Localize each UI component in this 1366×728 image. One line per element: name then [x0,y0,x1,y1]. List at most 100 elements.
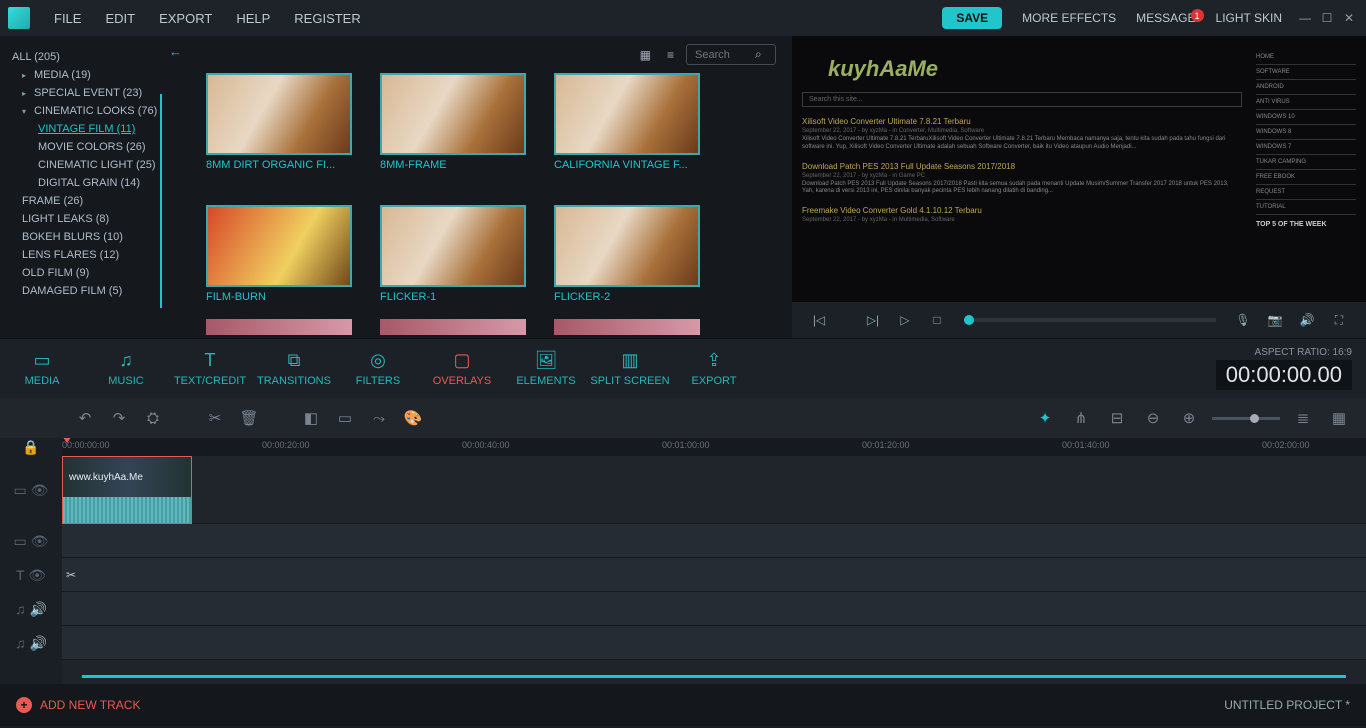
more-effects-link[interactable]: MORE EFFECTS [1012,11,1126,25]
thumbnail[interactable]: CALIFORNIA VINTAGE F... [554,73,700,171]
message-link[interactable]: MESSAGE1 [1126,11,1205,25]
video-track[interactable]: www.kuyhAa.Me [62,456,1366,524]
render-icon[interactable]: ✦ [1032,409,1058,427]
audio1-track-header[interactable]: ♫ 🔊 [0,592,62,626]
thumbnail[interactable]: 8MM DIRT ORGANIC FI... [206,73,352,171]
close-icon[interactable]: ✕ [1340,11,1358,25]
save-button[interactable]: SAVE [942,7,1002,29]
play-icon[interactable]: ▷ [892,313,918,327]
delete-icon[interactable]: 🗑 [236,409,262,427]
menu-export[interactable]: EXPORT [147,11,224,26]
marker-icon[interactable]: ⋔ [1068,409,1094,427]
track-lock-icon[interactable]: 🔒 [0,438,62,456]
next-frame-icon[interactable]: ▷| [860,313,886,327]
thumbnail-caption: FLICKER-2 [554,291,700,303]
speed-icon[interactable]: ⤳ [366,410,392,427]
menu-register[interactable]: REGISTER [282,11,372,26]
sidebar-item[interactable]: CINEMATIC LIGHT (25) [12,156,190,174]
redo-icon[interactable]: ↷ [106,409,132,427]
ruler-tick: 00:00:00:00 [62,440,110,450]
pip-track[interactable] [62,524,1366,558]
thumbnail-partial[interactable] [206,319,352,335]
preview-side-item: HOME [1256,50,1356,65]
color-icon[interactable]: 🎨 [400,409,426,427]
add-track-button[interactable]: + ADD NEW TRACK [16,697,140,713]
sidebar-item[interactable]: LENS FLARES (12) [12,246,190,264]
fullscreen-icon[interactable]: ⛶ [1326,313,1352,328]
sidebar-item[interactable]: ▾CINEMATIC LOOKS (76) [12,102,190,120]
light-skin-link[interactable]: LIGHT SKIN [1206,11,1292,25]
thumbnail-partial[interactable] [380,319,526,335]
sidebar-item[interactable]: VINTAGE FILM (11) [12,120,190,138]
search-field[interactable] [695,49,755,61]
cut-icon[interactable]: ✂ [202,409,228,427]
zoom-out-icon[interactable]: ⊖ [1140,409,1166,427]
thumbnail[interactable]: FLICKER-2 [554,205,700,303]
pip-track-header[interactable]: ▭ 👁 [0,524,62,558]
audio2-track-header[interactable]: ♫ 🔊 [0,626,62,660]
prev-frame-icon[interactable]: |◁ [806,313,832,327]
tab-splitscreen[interactable]: ▥SPLIT SCREEN [588,350,672,387]
record-icon[interactable]: ▭ [332,409,358,427]
menu-edit[interactable]: EDIT [93,11,147,26]
settings-icon[interactable]: ⛭ [140,410,166,427]
stop-icon[interactable]: □ [924,313,950,327]
thumbnail[interactable]: FLICKER-1 [380,205,526,303]
sidebar-item[interactable]: DAMAGED FILM (5) [12,282,190,300]
thumbnail[interactable]: 8MM-FRAME [380,73,526,171]
text-track-header[interactable]: T 👁 [0,558,62,592]
track-headers: 🔒 ▭ 👁 ▭ 👁 T 👁 ♫ 🔊 ♫ 🔊 [0,438,62,684]
sidebar-item[interactable]: ▸MEDIA (19) [12,66,190,84]
tab-export[interactable]: ⇪EXPORT [672,350,756,387]
crop-icon[interactable]: ◧ [298,409,324,427]
mic-icon[interactable]: 🎙 [1230,313,1256,327]
sidebar-item[interactable]: LIGHT LEAKS (8) [12,210,190,228]
tab-elements[interactable]: 🖼ELEMENTS [504,350,588,387]
thumbnail-partial[interactable] [554,319,700,335]
tab-transitions[interactable]: ⧉TRANSITIONS [252,350,336,387]
search-input[interactable]: ⌕ [686,44,776,65]
tab-filters[interactable]: ◎FILTERS [336,350,420,387]
preview-viewport: kuyhAaMe Search this site... Xilisoft Vi… [792,36,1366,302]
sidebar-item[interactable]: ALL (205) [12,48,190,66]
timeline-view-icon[interactable]: ≣ [1290,409,1316,427]
storyboard-icon[interactable]: ▦ [1326,409,1352,427]
tab-textcredit[interactable]: TTEXT/CREDIT [168,350,252,387]
text-track[interactable]: ✂ [62,558,1366,592]
maximize-icon[interactable]: ☐ [1318,11,1336,25]
zoom-slider[interactable] [1212,417,1280,420]
zoom-in-icon[interactable]: ⊕ [1176,409,1202,427]
preview-panel: kuyhAaMe Search this site... Xilisoft Vi… [792,36,1366,338]
undo-icon[interactable]: ↶ [72,409,98,427]
sidebar-item[interactable]: DIGITAL GRAIN (14) [12,174,190,192]
tab-overlays[interactable]: ▢OVERLAYS [420,350,504,387]
sidebar-item[interactable]: MOVIE COLORS (26) [12,138,190,156]
seek-slider[interactable] [964,318,1216,322]
preview-side-item: REQUEST [1256,185,1356,200]
audio1-track[interactable] [62,592,1366,626]
zoom-fit-icon[interactable]: ⊟ [1104,409,1130,427]
video-track-header[interactable]: ▭ 👁 [0,456,62,524]
tab-media[interactable]: ▭MEDIA [0,350,84,387]
sidebar-item[interactable]: BOKEH BLURS (10) [12,228,190,246]
volume-icon[interactable]: 🔊 [1294,313,1320,327]
sidebar-back-icon[interactable]: ← [169,44,182,59]
video-clip[interactable]: www.kuyhAa.Me [62,456,192,524]
menu-file[interactable]: FILE [42,11,93,26]
grid-view-icon[interactable]: ▦ [636,48,655,62]
timeline-scrollbar[interactable] [82,675,1346,678]
timeline-body[interactable]: 00:00:00:0000:00:20:0000:00:40:0000:01:0… [62,438,1366,684]
search-icon[interactable]: ⌕ [755,47,762,62]
sidebar-item[interactable]: ▸SPECIAL EVENT (23) [12,84,190,102]
list-view-icon[interactable]: ≡ [663,48,678,62]
menu-help[interactable]: HELP [224,11,282,26]
thumbnail[interactable]: FILM-BURN [206,205,352,303]
snapshot-icon[interactable]: 📷 [1262,313,1288,327]
minimize-icon[interactable]: — [1296,11,1314,25]
thumbnail-caption: 8MM DIRT ORGANIC FI... [206,159,352,171]
tab-music[interactable]: ♫MUSIC [84,350,168,387]
audio2-track[interactable] [62,626,1366,660]
timeline-ruler[interactable]: 00:00:00:0000:00:20:0000:00:40:0000:01:0… [62,438,1366,456]
sidebar-item[interactable]: OLD FILM (9) [12,264,190,282]
sidebar-item[interactable]: FRAME (26) [12,192,190,210]
